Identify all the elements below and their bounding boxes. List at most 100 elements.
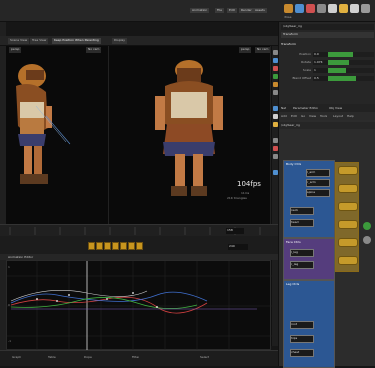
keyframe[interactable] (88, 242, 95, 250)
control-node[interactable] (338, 238, 358, 247)
shelf-label-pose: Pose (284, 15, 292, 19)
parameter-tab[interactable]: Transform (281, 42, 296, 46)
keyframe[interactable] (104, 242, 111, 250)
graph-editor-title: Animation Editor (8, 255, 34, 259)
param-value-field[interactable]: 0.5 (313, 76, 328, 81)
param-label: Position (299, 52, 311, 56)
param-row-position: Position 0.0 (281, 52, 374, 58)
network-node[interactable]: r_leg (290, 261, 314, 269)
tab-obj-view[interactable]: Obj View (329, 106, 342, 110)
network-box-label: Body Ctrls (286, 162, 302, 166)
menu-layout[interactable]: Layout (333, 114, 343, 118)
graph-editor-footer: Graph Table Dope Filter Select (0, 350, 278, 366)
network-path[interactable]: /obj/bear_rig (279, 122, 375, 129)
network-box-label: Face Ctrls (286, 240, 301, 244)
ghost-tool-icon[interactable] (361, 4, 370, 13)
output-node-icon[interactable] (363, 222, 371, 230)
network-node[interactable]: l_leg (290, 249, 314, 257)
network-view[interactable]: Net Parameter Editor Obj View Add Edit G… (278, 104, 375, 368)
footer-dope-tab[interactable]: Dope (84, 355, 92, 359)
network-node[interactable]: head (290, 219, 314, 227)
network-node[interactable]: chest (290, 349, 314, 357)
param-label: Rotate (301, 60, 311, 64)
network-path-label: /obj/bear_rig (281, 123, 300, 127)
mask-tool-icon[interactable] (317, 4, 326, 13)
control-node[interactable] (338, 202, 358, 211)
footer-select-tab[interactable]: Select (200, 355, 209, 359)
keyframe[interactable] (112, 242, 119, 250)
param-slider[interactable] (328, 52, 374, 57)
network-node[interactable]: spine (306, 189, 330, 197)
path-tool-icon[interactable] (295, 4, 304, 13)
tangents-tool-icon[interactable] (328, 4, 337, 13)
network-node[interactable]: neck (290, 207, 314, 215)
viewport-tool-strip (271, 46, 278, 346)
desk-selector[interactable]: Animation (190, 8, 210, 13)
network-tabbar: Net Parameter Editor Obj View (279, 104, 375, 112)
menu-file[interactable]: File (215, 8, 225, 13)
tab-scene-view[interactable]: Scene View (8, 38, 30, 44)
tab-net[interactable]: Net (281, 106, 286, 110)
network-node[interactable]: hips (290, 335, 314, 343)
network-box-body[interactable]: Body Ctrls l_arm r_arm spine neck head (283, 160, 335, 238)
network-box-legs[interactable]: Leg Ctrls root hips chest (283, 280, 335, 368)
param-slider[interactable] (328, 60, 374, 65)
param-value-field[interactable]: 0.0 (313, 52, 328, 57)
network-node[interactable]: r_arm (306, 179, 330, 187)
keyframe[interactable] (128, 242, 135, 250)
param-row-scale: Scale 1 (281, 68, 374, 74)
tab-tree-view[interactable]: Tree View (30, 38, 49, 44)
keyframe[interactable] (120, 242, 127, 250)
footer-table-tab[interactable]: Table (48, 355, 56, 359)
param-value-field[interactable]: 1 (313, 68, 328, 73)
menu-tools[interactable]: Tools (320, 114, 327, 118)
control-node[interactable] (338, 220, 358, 229)
display-node-icon[interactable] (363, 236, 371, 244)
parameter-path[interactable]: /obj/bear_rig (281, 24, 374, 30)
param-slider[interactable] (328, 68, 374, 73)
tab-keep-position[interactable]: Keep Position When Parenting (52, 38, 101, 44)
keyframe[interactable] (96, 242, 103, 250)
shelf-toolbar: Animation File Edit Render Assets Pose (0, 0, 375, 22)
network-node[interactable]: root (290, 321, 314, 329)
menu-view[interactable]: View (309, 114, 316, 118)
control-node[interactable] (338, 166, 358, 175)
graph-editor[interactable]: 1 0 -1 (6, 260, 272, 351)
menu-render[interactable]: Render (239, 8, 254, 13)
parameter-node-name[interactable]: Transform (281, 32, 374, 38)
menu-assets[interactable]: Assets (253, 8, 267, 13)
tab-display[interactable]: Display (112, 38, 128, 44)
network-menubar: Add Edit Go View Tools Layout Help (279, 112, 375, 120)
footer-filter-tab[interactable]: Filter (132, 355, 139, 359)
viewport-right[interactable]: persp No cam 104fps 11ms 21K triangles (109, 46, 271, 224)
footer-graph-tab[interactable]: Graph (12, 355, 21, 359)
timeline-ruler[interactable]: 158 (0, 224, 278, 236)
param-slider[interactable] (328, 76, 374, 81)
network-box-face[interactable]: Face Ctrls l_leg r_leg (283, 238, 335, 280)
control-node[interactable] (338, 256, 358, 265)
animation-curves[interactable] (7, 261, 272, 351)
param-row-blend: Blend Offset 0.5 (281, 76, 374, 82)
bear-character-side (16, 64, 71, 184)
graph-y-label-bottom: -1 (8, 339, 11, 343)
menu-help[interactable]: Help (347, 114, 354, 118)
param-value-field[interactable]: 1.074 (313, 60, 328, 65)
end-frame-field[interactable]: 240 (228, 244, 248, 250)
network-node[interactable]: l_arm (306, 169, 330, 177)
graph-y-label-mid: 0 (8, 303, 10, 307)
keyframe[interactable] (136, 242, 143, 250)
param-row-rotate: Rotate 1.074 (281, 60, 374, 66)
tab-parameter-editor[interactable]: Parameter Editor (293, 106, 318, 110)
stack-tool-icon[interactable] (339, 4, 348, 13)
current-frame-field[interactable]: 158 (226, 228, 244, 234)
pose-tool-icon[interactable] (284, 4, 293, 13)
flip-tool-icon[interactable] (350, 4, 359, 13)
menu-edit[interactable]: Edit (291, 114, 297, 118)
menu-edit[interactable]: Edit (227, 8, 237, 13)
keyframe-bar[interactable]: 240 (0, 236, 278, 254)
menu-go[interactable]: Go (301, 114, 305, 118)
control-node[interactable] (338, 184, 358, 193)
viewport-left[interactable]: persp No cam (6, 46, 109, 224)
keys-tool-icon[interactable] (306, 4, 315, 13)
menu-add[interactable]: Add (281, 114, 287, 118)
